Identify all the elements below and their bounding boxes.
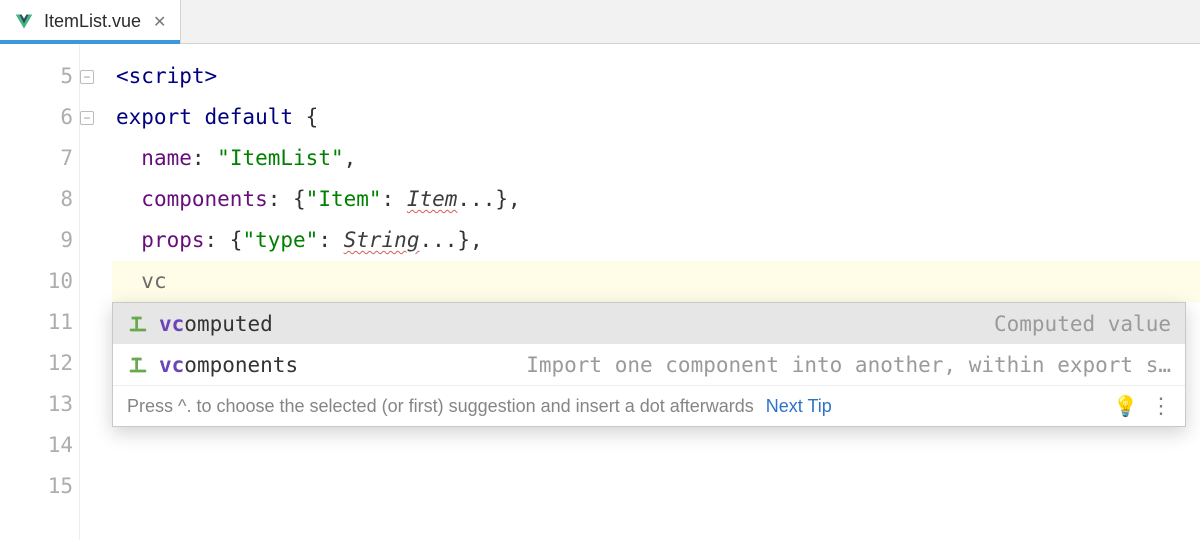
completion-item-name: vcomponents xyxy=(159,353,298,377)
close-icon[interactable]: ✕ xyxy=(151,12,168,32)
code-line[interactable]: components: {"Item": Item...}, xyxy=(112,179,1200,220)
line-number: 6 xyxy=(0,97,79,138)
completion-list: vcomputed Computed value vcomponents Import… xyxy=(113,303,1185,385)
code-line[interactable] xyxy=(112,425,1200,466)
fold-cell xyxy=(80,343,112,384)
tab-bar: ItemList.vue ✕ xyxy=(0,0,1200,44)
file-tab[interactable]: ItemList.vue ✕ xyxy=(0,0,181,43)
fold-cell xyxy=(80,384,112,425)
fold-cell xyxy=(80,302,112,343)
fold-cell xyxy=(80,220,112,261)
fold-marker-icon[interactable]: − xyxy=(80,111,94,125)
line-number: 13 xyxy=(0,384,79,425)
line-number: 10 xyxy=(0,261,79,302)
line-number: 14 xyxy=(0,425,79,466)
fold-cell xyxy=(80,261,112,302)
completion-footer: Press ^. to choose the selected (or firs… xyxy=(113,385,1185,426)
line-number: 9 xyxy=(0,220,79,261)
lightbulb-icon[interactable]: 💡 xyxy=(1113,394,1138,419)
code-line[interactable] xyxy=(112,466,1200,507)
fold-cell: − xyxy=(80,97,112,138)
vue-file-icon xyxy=(14,12,34,32)
line-number-gutter: 56789101112131415 xyxy=(0,44,80,540)
fold-cell xyxy=(80,466,112,507)
file-tab-title: ItemList.vue xyxy=(44,11,141,32)
fold-column: −− xyxy=(80,44,112,540)
code-line[interactable]: props: {"type": String...}, xyxy=(112,220,1200,261)
fold-cell xyxy=(80,138,112,179)
line-number: 15 xyxy=(0,466,79,507)
fold-cell xyxy=(80,179,112,220)
code-line[interactable]: export default { xyxy=(112,97,1200,138)
code-line[interactable]: <script> xyxy=(112,56,1200,97)
code-line[interactable]: name: "ItemList", xyxy=(112,138,1200,179)
more-options-icon[interactable]: ⋮ xyxy=(1150,393,1171,419)
code-line[interactable]: vc xyxy=(112,261,1200,302)
line-number: 5 xyxy=(0,56,79,97)
line-number: 11 xyxy=(0,302,79,343)
completion-item-desc: Import one component into another, withi… xyxy=(526,353,1171,377)
completion-item[interactable]: vcomputed Computed value xyxy=(113,303,1185,344)
code-editor[interactable]: 56789101112131415 −− <script>export defa… xyxy=(0,44,1200,540)
code-area[interactable]: <script>export default { name: "ItemList… xyxy=(112,44,1200,540)
completion-item[interactable]: vcomponents Import one component into ano… xyxy=(113,344,1185,385)
live-template-icon xyxy=(127,354,149,376)
completion-item-desc: Computed value xyxy=(994,312,1171,336)
fold-cell: − xyxy=(80,56,112,97)
fold-cell xyxy=(80,425,112,466)
completion-item-name: vcomputed xyxy=(159,312,273,336)
next-tip-link[interactable]: Next Tip xyxy=(766,396,832,417)
fold-marker-icon[interactable]: − xyxy=(80,70,94,84)
live-template-icon xyxy=(127,313,149,335)
completion-hint: Press ^. to choose the selected (or firs… xyxy=(127,396,754,417)
completion-popup: vcomputed Computed value vcomponents Import… xyxy=(112,302,1186,427)
line-number: 12 xyxy=(0,343,79,384)
line-number: 8 xyxy=(0,179,79,220)
line-number: 7 xyxy=(0,138,79,179)
